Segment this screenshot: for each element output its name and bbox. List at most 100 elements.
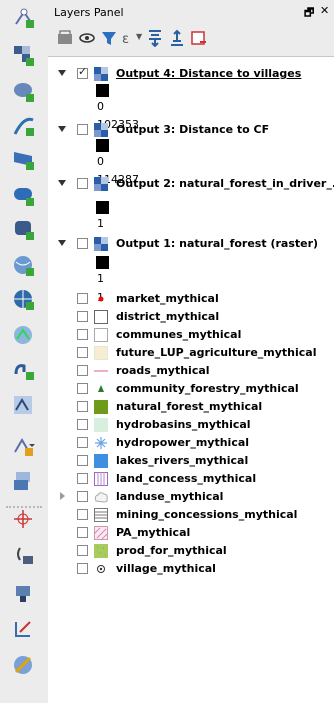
layer-name[interactable]: market_mythical [116, 292, 219, 305]
add-oracle-layer-icon[interactable] [10, 183, 38, 209]
layer-name[interactable]: mining_concessions_mythical [116, 508, 297, 521]
add-wms-layer-icon[interactable] [10, 253, 38, 279]
layer-name[interactable]: prod_for_mythical [116, 544, 227, 557]
collapse-arrow-icon[interactable] [58, 70, 66, 76]
layer-visibility-checkbox[interactable] [77, 437, 88, 448]
layer-name[interactable]: Output 3: Distance to CF [116, 123, 269, 136]
add-wcs-layer-icon[interactable] [10, 287, 38, 313]
layer-visibility-checkbox[interactable] [77, 124, 88, 135]
layer-visibility-checkbox[interactable] [77, 455, 88, 466]
open-layer-styling-icon[interactable] [56, 29, 74, 47]
float-panel-icon[interactable]: 🗗 [304, 4, 314, 23]
layer-row-natural-forest-mythical[interactable]: natural_forest_mythical [48, 398, 334, 416]
offline-editing-icon[interactable] [10, 581, 38, 607]
add-delimited-text-icon[interactable] [10, 357, 38, 383]
layer-row-lakes-rivers-mythical[interactable]: lakes_rivers_mythical [48, 452, 334, 470]
layer-visibility-checkbox[interactable] [77, 473, 88, 484]
layer-name[interactable]: Output 4: Distance to villages [116, 67, 301, 80]
layer-name[interactable]: hydropower_mythical [116, 436, 249, 449]
layer-visibility-checkbox[interactable] [77, 329, 88, 340]
filter-expression-dropdown-icon[interactable]: ▼ [136, 32, 142, 41]
layer-row-output-3-distance-to-cf[interactable]: Output 3: Distance to CF [48, 121, 334, 139]
layer-name[interactable]: future_LUP_agriculture_mythical [116, 346, 317, 359]
digitize-icon[interactable] [10, 617, 38, 643]
layer-name[interactable]: landuse_mythical [116, 490, 223, 503]
layer-row-prod-for-mythical[interactable]: prod_for_mythical [48, 542, 334, 560]
layer-row-hydropower-mythical[interactable]: hydropower_mythical [48, 434, 334, 452]
layer-name[interactable]: Output 2: natural_forest_in_driver_... [116, 177, 334, 190]
layer-visibility-checkbox[interactable] [77, 311, 88, 322]
layer-name[interactable]: village_mythical [116, 562, 216, 575]
manage-visibility-icon[interactable] [78, 29, 96, 47]
layer-row-market-mythical[interactable]: market_mythical [48, 290, 334, 308]
collapse-arrow-icon[interactable] [58, 180, 66, 186]
layer-row-landuse-mythical[interactable]: landuse_mythical [48, 488, 334, 506]
layer-name[interactable]: PA_mythical [116, 526, 190, 539]
add-wfs-layer-icon[interactable] [10, 323, 38, 349]
remove-layer-icon[interactable] [190, 29, 208, 47]
layer-visibility-checkbox[interactable] [77, 347, 88, 358]
point-circle-symbol-icon [97, 565, 105, 573]
layer-visibility-checkbox[interactable] [77, 401, 88, 412]
layer-row-community-forestry-mythical[interactable]: community_forestry_mythical [48, 380, 334, 398]
add-db2-layer-icon[interactable] [10, 217, 38, 243]
layer-name[interactable]: community_forestry_mythical [116, 382, 299, 395]
layer-row-hydrobasins-mythical[interactable]: hydrobasins_mythical [48, 416, 334, 434]
point-star-symbol-icon [95, 437, 107, 449]
poly-mint-symbol-icon [94, 418, 108, 432]
add-vector-layer-icon[interactable] [10, 5, 38, 31]
layer-visibility-checkbox[interactable] [77, 65, 88, 79]
layer-name[interactable]: roads_mythical [116, 364, 210, 377]
add-spatialite-layer-icon[interactable] [10, 113, 38, 139]
expand-arrow-icon[interactable] [60, 492, 65, 500]
layer-name[interactable]: hydrobasins_mythical [116, 418, 251, 431]
layer-row-mining-concessions-mythical[interactable]: mining_concessions_mythical [48, 506, 334, 524]
layer-visibility-checkbox[interactable] [77, 383, 88, 394]
layer-row-land-concess-mythical[interactable]: land_concess_mythical [48, 470, 334, 488]
layer-visibility-checkbox[interactable] [77, 491, 88, 502]
layer-visibility-checkbox[interactable] [77, 527, 88, 538]
collapse-all-icon[interactable] [168, 29, 186, 47]
layer-name[interactable]: land_concess_mythical [116, 472, 256, 485]
coordinate-capture-icon[interactable] [10, 507, 38, 533]
poly-hlines-symbol-icon [94, 508, 108, 522]
new-temporary-layer-icon[interactable] [10, 469, 38, 495]
layer-visibility-checkbox[interactable] [77, 293, 88, 304]
legend-color-swatch [96, 139, 109, 152]
layer-tree[interactable]: Output 4: Distance to villages0102353Out… [48, 56, 334, 703]
layer-visibility-checkbox[interactable] [77, 365, 88, 376]
layer-visibility-checkbox[interactable] [77, 563, 88, 574]
layer-visibility-checkbox[interactable] [77, 238, 88, 249]
gps-icon[interactable] [10, 653, 38, 679]
layer-name[interactable]: Output 1: natural_forest (raster) [116, 237, 318, 250]
layer-row-output-4-distance-to-villages[interactable]: Output 4: Distance to villages [48, 65, 334, 83]
layer-row-pa-mythical[interactable]: PA_mythical [48, 524, 334, 542]
layer-name[interactable]: district_mythical [116, 310, 219, 323]
layer-name[interactable]: communes_mythical [116, 328, 241, 341]
layer-row-village-mythical[interactable]: village_mythical [48, 560, 334, 578]
layer-row-roads-mythical[interactable]: roads_mythical [48, 362, 334, 380]
layer-row-district-mythical[interactable]: district_mythical [48, 308, 334, 326]
layer-visibility-checkbox[interactable] [77, 509, 88, 520]
add-virtual-layer-icon[interactable] [10, 393, 38, 419]
layer-visibility-checkbox[interactable] [77, 178, 88, 189]
add-mssql-layer-icon[interactable] [10, 147, 38, 173]
layer-row-output-1-natural-forest-raster-[interactable]: Output 1: natural_forest (raster) [48, 235, 334, 253]
layer-name[interactable]: natural_forest_mythical [116, 400, 262, 413]
layer-row-future-lup-agriculture-mythical[interactable]: future_LUP_agriculture_mythical [48, 344, 334, 362]
layer-visibility-checkbox[interactable] [77, 545, 88, 556]
layer-row-output-2-natural-forest-in-driver-[interactable]: Output 2: natural_forest_in_driver_... [48, 175, 334, 193]
collapse-arrow-icon[interactable] [58, 126, 66, 132]
expand-all-icon[interactable] [146, 29, 164, 47]
add-postgis-layer-icon[interactable] [10, 79, 38, 105]
close-panel-icon[interactable]: ✕ [320, 4, 329, 17]
add-raster-layer-icon[interactable] [10, 43, 38, 69]
georeferencer-icon[interactable] [10, 543, 38, 569]
filter-legend-icon[interactable] [100, 29, 118, 47]
collapse-arrow-icon[interactable] [58, 240, 66, 246]
legend-color-swatch [96, 84, 109, 97]
layer-row-communes-mythical[interactable]: communes_mythical [48, 326, 334, 344]
layer-visibility-checkbox[interactable] [77, 419, 88, 430]
layer-name[interactable]: lakes_rivers_mythical [116, 454, 248, 467]
new-vector-layer-icon[interactable] [10, 433, 38, 459]
